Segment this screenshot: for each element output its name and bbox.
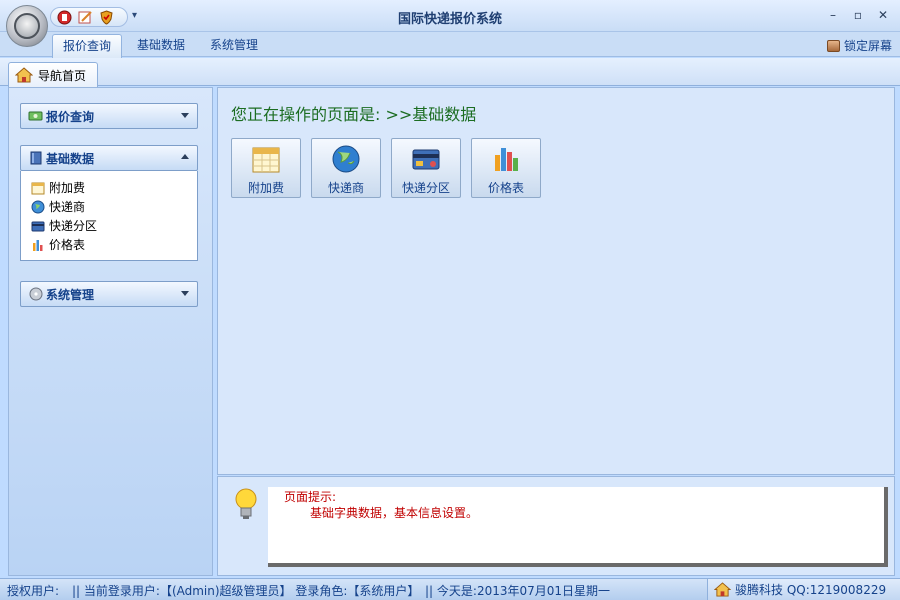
company-label: 骏腾科技 QQ:1219008229 [735,583,887,597]
chevron-down-icon [181,113,189,118]
book-icon [30,151,42,165]
home-icon [15,67,33,83]
calendar-icon [252,147,280,173]
lock-screen-label: 锁定屏幕 [843,39,892,53]
nav-item-zone[interactable]: 快递分区 [31,216,197,235]
nav-item-label: 快递分区 [49,219,98,233]
tip-text: 基础字典数据，基本信息设置。 [310,506,479,520]
nav-header-base-data[interactable]: 基础数据 [20,145,198,171]
close-button[interactable]: ✕ [874,8,892,22]
card-icon [31,221,45,231]
home-tab-label: 导航首页 [38,68,87,83]
tip-content-box: 页面提示: 基础字典数据，基本信息设置。 [268,487,888,567]
tile-label: 附加费 [247,181,284,195]
status-company: 骏腾科技 QQ:1219008229 [707,579,900,600]
nav-group-quote: 报价查询 [20,103,198,129]
card-icon [412,149,440,170]
lock-screen-button[interactable]: 锁定屏幕 [826,37,892,54]
nav-item-courier[interactable]: 快递商 [31,197,197,216]
maximize-button[interactable]: ▫ [849,8,867,22]
tile-label: 快递商 [327,181,364,195]
app-logo-icon [14,13,40,39]
tab-system-admin[interactable]: 系统管理 [200,34,268,58]
cd-icon [29,287,43,301]
nav-item-surcharge[interactable]: 附加费 [31,178,197,197]
minimize-button[interactable]: – [824,8,842,22]
money-icon [28,111,43,121]
page-title: 您正在操作的页面是: >>基础数据 [231,105,477,124]
nav-item-list: 附加费 快递商 快递分区 价格表 [20,171,198,261]
tile-zone[interactable]: 快递分区 [391,138,461,198]
barchart-icon [33,239,43,251]
tip-panel: 页面提示: 基础字典数据，基本信息设置。 [217,476,895,576]
status-bar: 授权用户: || 当前登录用户:【(Admin)超级管理员】 登录角色:【系统用… [0,578,900,600]
calendar-icon [31,182,45,194]
tile-label: 快递分区 [401,181,450,195]
lightbulb-icon [235,488,257,519]
nav-item-label: 快递商 [49,200,86,214]
nav-header-label: 系统管理 [46,287,95,302]
nav-item-label: 价格表 [49,238,86,252]
status-date: || 今天是:2013年07月01日星期一 [425,584,611,598]
status-auth-user: 授权用户: [7,584,60,598]
main-content: 您正在操作的页面是: >>基础数据 附加费 快递商 快递分区 价格表 [217,87,895,475]
left-navigation: 报价查询 基础数据 附加费 快递商 快递分区 价格表 系统管理 [8,87,213,576]
document-tab-strip: 导航首页 [0,58,900,87]
nav-header-label: 报价查询 [46,109,95,124]
tile-courier[interactable]: 快递商 [311,138,381,198]
nav-group-base-data: 基础数据 附加费 快递商 快递分区 价格表 [20,145,198,261]
tab-base-data[interactable]: 基础数据 [127,34,195,58]
nav-header-quote[interactable]: 报价查询 [20,103,198,129]
globe-icon [31,200,45,213]
tab-home-nav[interactable]: 导航首页 [8,62,98,87]
ribbon-tab-bar: 报价查询 基础数据 系统管理 锁定屏幕 [0,32,900,58]
briefcase-icon [826,39,840,52]
window-title: 国际快递报价系统 [397,12,502,27]
nav-header-system[interactable]: 系统管理 [20,281,198,307]
tile-surcharge[interactable]: 附加费 [231,138,301,198]
title-bar: ▾ 国际快递报价系统 – ▫ ✕ [0,0,900,47]
nav-header-label: 基础数据 [46,151,95,166]
globe-icon [332,145,360,173]
tile-price-table[interactable]: 价格表 [471,138,541,198]
chevron-up-icon [181,154,189,159]
tile-label: 价格表 [487,181,524,195]
app-menu-button[interactable] [6,5,48,47]
chevron-down-icon [181,291,189,296]
tab-quote-query[interactable]: 报价查询 [52,34,123,58]
nav-group-system: 系统管理 [20,281,198,307]
status-current-user: || 当前登录用户:【(Admin)超级管理员】 登录角色:【系统用户】 [72,584,420,598]
barchart-icon [495,148,518,171]
tip-title: 页面提示: [284,490,337,504]
home-icon [714,582,731,597]
nav-item-price-table[interactable]: 价格表 [31,235,197,254]
nav-item-label: 附加费 [49,181,86,195]
